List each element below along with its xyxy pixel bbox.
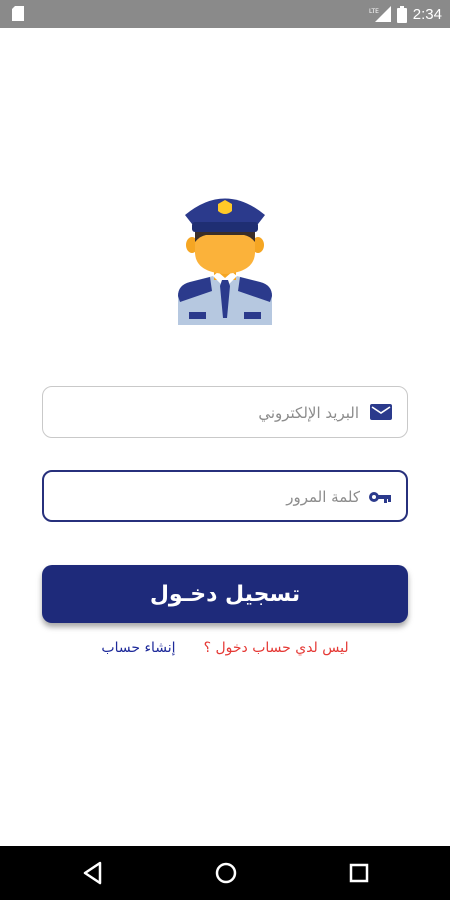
signup-row: ليس لدي حساب دخول ؟ إنشاء حساب: [0, 640, 450, 664]
status-indicators: LTE 2:34: [369, 0, 442, 28]
clock: 2:34: [412, 5, 442, 23]
login-button[interactable]: تسجيل دخـول: [42, 565, 408, 623]
battery-icon: [396, 5, 407, 23]
navigation-bar: [0, 846, 450, 900]
back-icon[interactable]: [78, 858, 108, 888]
email-input[interactable]: [57, 387, 361, 439]
recents-icon[interactable]: [344, 858, 374, 888]
password-input[interactable]: [58, 472, 362, 522]
sd-card-icon: [12, 6, 24, 21]
create-account-link[interactable]: إنشاء حساب: [101, 640, 175, 664]
no-account-text: ليس لدي حساب دخول ؟: [203, 640, 349, 656]
password-field[interactable]: [42, 470, 408, 522]
status-bar: LTE 2:34: [0, 0, 450, 28]
home-icon[interactable]: [211, 858, 241, 888]
key-icon: [369, 492, 391, 503]
police-officer-avatar: [178, 198, 272, 325]
envelope-icon: [370, 404, 392, 420]
email-field[interactable]: [42, 386, 408, 439]
lte-signal-icon: LTE: [369, 6, 391, 22]
network-label: LTE: [369, 8, 379, 15]
